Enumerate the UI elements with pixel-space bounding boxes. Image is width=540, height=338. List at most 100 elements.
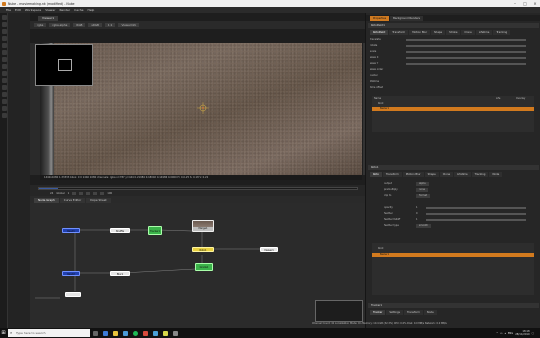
maximize-icon[interactable]: □ [520,0,530,7]
play-forward-icon[interactable] [100,192,105,195]
keyer-tool-icon[interactable] [1,57,7,62]
volume-icon[interactable]: ◂ [505,332,506,335]
subtab-rotopaint[interactable]: RotoPaint [370,30,389,35]
file-explorer-icon[interactable] [112,330,118,336]
subtab-motion-blur-2[interactable]: Motion Blur [402,172,424,177]
app-icon-red[interactable] [142,330,148,336]
node-grade1[interactable]: Grade1 [195,263,213,271]
channel-select[interactable]: rgba [34,23,47,27]
node-tracker1[interactable]: Tracker1 [148,226,162,235]
node-read2[interactable]: Read2 [62,271,80,276]
chevron-up-icon[interactable]: ^ [496,332,498,335]
range-start[interactable]: 1 [68,192,70,195]
taskbar-search-input[interactable]: ⌕ Type here to search [8,329,90,337]
subtab-lifetime[interactable]: Lifetime [475,30,493,35]
transform-jack-icon[interactable] [197,102,209,114]
opacity-slider[interactable] [426,207,526,209]
fps-field[interactable]: 24 [50,192,53,195]
menu-cache[interactable]: Cache [74,8,83,12]
subtab-lifetime-2[interactable]: Lifetime [454,172,471,177]
feather-slider[interactable] [426,213,526,215]
opacity-value[interactable]: 1 [416,206,418,210]
subtab-tracking[interactable]: Tracking [493,30,511,35]
store-icon[interactable] [122,330,128,336]
layer-root[interactable]: Root [378,102,383,106]
channel-tool-icon[interactable] [1,36,7,41]
color-tool-icon[interactable] [1,43,7,48]
alpha-select[interactable]: rgba.alpha [49,23,71,27]
subtab-stroke[interactable]: Stroke [446,30,461,35]
draw-tool-icon[interactable] [1,22,7,27]
node-read1[interactable]: Read1 [62,228,80,233]
filter-tool-icon[interactable] [1,50,7,55]
other-tool-icon[interactable] [1,99,7,104]
subtab-settings[interactable]: Settings [386,310,403,315]
menu-edit[interactable]: Edit [15,8,21,12]
scale-slider[interactable] [406,51,526,53]
play-back-icon[interactable] [72,192,77,195]
range-end[interactable]: 100 [107,192,112,195]
node-viewer1[interactable]: Viewer1 [260,247,278,252]
transform-tool-icon[interactable] [1,71,7,76]
menu-file[interactable]: File [6,8,11,12]
navigator-box[interactable] [58,59,72,71]
node-blur1[interactable]: Blur1 [110,271,130,276]
subtab-transform[interactable]: Transform [389,30,409,35]
tab-properties[interactable]: Properties [370,16,390,21]
subtab-clone-2[interactable]: Clone [439,172,454,177]
image-tool-icon[interactable] [1,15,7,20]
subtab-tracker-transform[interactable]: Transform [404,310,423,315]
prev-frame-icon[interactable] [79,192,84,195]
output-select[interactable]: alpha [416,182,429,186]
windows-start-icon[interactable]: ⊞ [0,328,7,338]
furnace-tool-icon[interactable] [1,106,7,111]
subtab-shape[interactable]: Shape [431,30,446,35]
node-roto1[interactable]: Roto1 [192,247,214,252]
nodegraph-minimap[interactable] [315,300,363,322]
task-view-icon[interactable] [92,330,98,336]
clip-to-select[interactable]: format [416,194,430,198]
minimize-icon[interactable]: – [510,0,520,7]
range-mode[interactable]: Global [56,192,64,195]
layer-root-2[interactable]: Root [378,247,383,251]
feather-falloff-value[interactable]: 1 [416,218,418,222]
notifications-icon[interactable]: ▢ [532,332,534,335]
tab-background-renders[interactable]: Background Renders [390,16,423,21]
layer-bezier1-selected[interactable]: Bezier1 [372,107,534,111]
subtab-motion-blur[interactable]: Motion Blur [409,30,431,35]
stop-icon[interactable] [86,192,91,195]
edge-icon[interactable] [102,330,108,336]
subtab-clone[interactable]: Clone [461,30,475,35]
node-merge1[interactable]: Merge1 [192,220,214,232]
time-tool-icon[interactable] [1,29,7,34]
menu-workspace[interactable]: Workspace [25,8,41,12]
lut-select[interactable]: sRGB [88,23,102,27]
feather-type-select[interactable]: smooth [416,224,431,228]
zoom-select[interactable]: 1:1 [104,23,116,27]
timeline-scrubber[interactable] [38,187,358,190]
merge-tool-icon[interactable] [1,64,7,69]
viewer-navigator[interactable] [35,44,93,86]
menu-help[interactable]: Help [87,8,94,12]
nuke-taskbar-icon[interactable] [162,330,168,336]
network-icon[interactable]: ▭ [500,332,502,335]
clock[interactable]: 18:18 28/11/2019 [515,330,529,336]
translate-slider[interactable] [406,39,526,41]
premultiply-select[interactable]: none [416,188,428,192]
node-graph[interactable]: Read1 Shuffle Tracker1 Merge1 Roto1 View… [30,203,365,328]
feather-value[interactable]: 0 [416,212,418,216]
skew-x-slider[interactable] [406,57,526,59]
metadata-tool-icon[interactable] [1,92,7,97]
next-frame-icon[interactable] [93,192,98,195]
views-tool-icon[interactable] [1,85,7,90]
subtab-node-2[interactable]: Node [489,172,503,177]
app-icon-grey[interactable] [172,330,178,336]
spotify-icon[interactable] [132,330,138,336]
app-icon-blue[interactable] [152,330,158,336]
node-extra[interactable] [65,292,81,297]
menu-render[interactable]: Render [59,8,70,12]
menu-viewer[interactable]: Viewer [45,8,55,12]
node-shuffle[interactable]: Shuffle [110,228,130,233]
toolsets-icon[interactable] [1,113,7,118]
subtab-tracker[interactable]: Tracker [370,310,386,315]
